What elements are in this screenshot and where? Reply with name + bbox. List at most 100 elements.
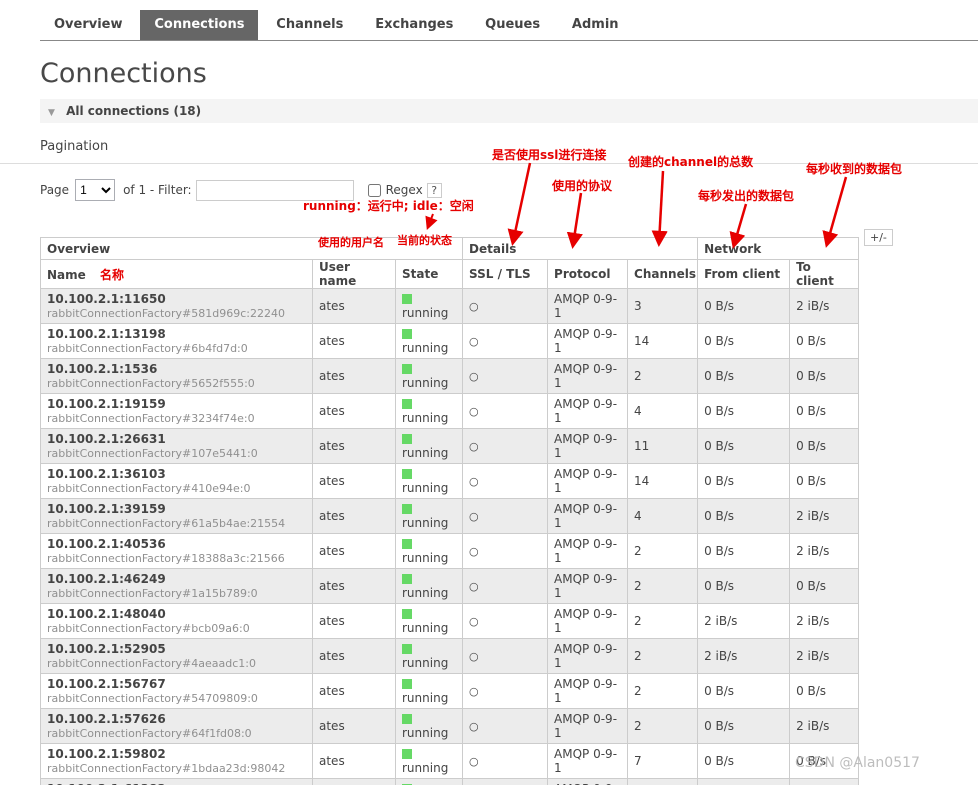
col-header-channels: Channels bbox=[627, 259, 699, 289]
cell-ssl-tls: ○ bbox=[462, 323, 549, 359]
connection-link[interactable]: 10.100.2.1:57626 bbox=[47, 712, 166, 726]
cell-name: 10.100.2.1:40536 rabbitConnectionFactory#… bbox=[40, 533, 313, 569]
col-header-user-name: User name bbox=[312, 259, 396, 289]
regex-checkbox[interactable] bbox=[367, 183, 381, 197]
tab-queues[interactable]: Queues bbox=[471, 10, 554, 40]
cell-state: running bbox=[394, 603, 464, 639]
connection-link[interactable]: 10.100.2.1:26631 bbox=[47, 432, 166, 446]
cell-protocol: AMQP 0-9-1 bbox=[547, 428, 629, 464]
cell-ssl-tls: ○ bbox=[462, 393, 549, 429]
rabbitmq-connections-page: Overview Connections Channels Exchanges … bbox=[0, 0, 978, 785]
cell-channels: 2 bbox=[627, 568, 699, 604]
pagination-controls: Page 1 of 1 - Filter: Regex ? bbox=[40, 179, 978, 201]
cell-to-client: 0 B/s bbox=[789, 778, 860, 785]
cell-user-name: ates bbox=[312, 393, 396, 429]
running-indicator-icon bbox=[402, 294, 412, 304]
cell-channels: 2 bbox=[627, 358, 699, 394]
connection-client-ref: rabbitConnectionFactory#6b4fd7d:0 bbox=[47, 342, 248, 355]
all-connections-section-header[interactable]: ▼ All connections (18) bbox=[40, 99, 978, 123]
cell-channels: 3 bbox=[627, 288, 699, 324]
table-row: 10.100.2.1:13198 rabbitConnectionFactory#… bbox=[40, 323, 860, 359]
annotation-to-client: 每秒收到的数据包 bbox=[806, 162, 903, 176]
cell-user-name: ates bbox=[312, 323, 396, 359]
table-row: 10.100.2.1:61383rabbitConnectionFactory#… bbox=[40, 778, 860, 785]
connection-link[interactable]: 10.100.2.1:59802 bbox=[47, 747, 166, 761]
cell-name: 10.100.2.1:57626 rabbitConnectionFactory#… bbox=[40, 708, 313, 744]
cell-protocol: AMQP 0-9-1 bbox=[547, 673, 629, 709]
cell-ssl-tls: ○ bbox=[462, 708, 549, 744]
cell-channels: 2 bbox=[627, 533, 699, 569]
connection-link[interactable]: 10.100.2.1:1536 bbox=[47, 362, 157, 376]
connection-link[interactable]: 10.100.2.1:11650 bbox=[47, 292, 166, 306]
cell-from-client: 0 B/s bbox=[697, 673, 791, 709]
cell-state: running bbox=[394, 358, 464, 394]
cell-user-name: ates bbox=[312, 463, 396, 499]
connection-client-ref: rabbitConnectionFactory#bcb09a6:0 bbox=[47, 622, 250, 635]
cell-name: 10.100.2.1:48040 rabbitConnectionFactory#… bbox=[40, 603, 313, 639]
cell-name: 10.100.2.1:19159 rabbitConnectionFactory#… bbox=[40, 393, 313, 429]
col-header-protocol: Protocol bbox=[547, 259, 629, 289]
cell-from-client: 0 B/s bbox=[697, 533, 791, 569]
cell-protocol: AMQP 0-9-1 bbox=[547, 358, 629, 394]
connection-link[interactable]: 10.100.2.1:39159 bbox=[47, 502, 166, 516]
table-row: 10.100.2.1:26631 rabbitConnectionFactory#… bbox=[40, 428, 860, 464]
connection-client-ref: rabbitConnectionFactory#54709809:0 bbox=[47, 692, 258, 705]
connection-client-ref: rabbitConnectionFactory#3234f74e:0 bbox=[47, 412, 255, 425]
connection-link[interactable]: 10.100.2.1:48040 bbox=[47, 607, 166, 621]
cell-to-client: 2 iB/s bbox=[789, 498, 860, 534]
help-icon[interactable]: ? bbox=[426, 182, 442, 198]
page-select[interactable]: 1 bbox=[75, 179, 116, 201]
cell-ssl-tls: ○ bbox=[462, 533, 549, 569]
cell-name: 10.100.2.1:61383rabbitConnectionFactory# bbox=[40, 778, 313, 785]
table-row: 10.100.2.1:56767 rabbitConnectionFactory#… bbox=[40, 673, 860, 709]
cell-state: running bbox=[394, 288, 464, 324]
cell-protocol: AMQP 0-9-1 bbox=[547, 603, 629, 639]
table-row: 10.100.2.1:48040 rabbitConnectionFactory#… bbox=[40, 603, 860, 639]
connection-link[interactable]: 10.100.2.1:52905 bbox=[47, 642, 166, 656]
connections-tbody: 10.100.2.1:11650 rabbitConnectionFactory#… bbox=[40, 288, 860, 785]
cell-to-client: 0 B/s bbox=[789, 673, 860, 709]
cell-from-client: 0 B/s bbox=[697, 358, 791, 394]
col-header-from-client: From client bbox=[697, 259, 791, 289]
connection-link[interactable]: 10.100.2.1:56767 bbox=[47, 677, 166, 691]
running-indicator-icon bbox=[402, 714, 412, 724]
cell-state: running bbox=[394, 393, 464, 429]
tab-exchanges[interactable]: Exchanges bbox=[361, 10, 467, 40]
connection-link[interactable]: 10.100.2.1:19159 bbox=[47, 397, 166, 411]
table-row: 10.100.2.1:1536 rabbitConnectionFactory#5… bbox=[40, 358, 860, 394]
tab-connections[interactable]: Connections bbox=[140, 10, 259, 40]
annotation-protocol: 使用的协议 bbox=[552, 179, 613, 193]
cell-name: 10.100.2.1:59802 rabbitConnectionFactory#… bbox=[40, 743, 313, 779]
tab-admin[interactable]: Admin bbox=[558, 10, 633, 40]
connection-link[interactable]: 10.100.2.1:40536 bbox=[47, 537, 166, 551]
tab-channels[interactable]: Channels bbox=[262, 10, 357, 40]
cell-to-client: 2 iB/s bbox=[789, 708, 860, 744]
column-toggle-button[interactable]: +/- bbox=[864, 229, 893, 246]
cell-name: 10.100.2.1:56767 rabbitConnectionFactory#… bbox=[40, 673, 313, 709]
connection-link[interactable]: 10.100.2.1:36103 bbox=[47, 467, 166, 481]
cell-user-name: ates bbox=[312, 778, 396, 785]
running-indicator-icon bbox=[402, 504, 412, 514]
cell-protocol: AMQP 0-9-1 bbox=[547, 533, 629, 569]
connection-link[interactable]: 10.100.2.1:46249 bbox=[47, 572, 166, 586]
cell-from-client: 0 B/s bbox=[697, 778, 791, 785]
cell-to-client: 0 B/s bbox=[789, 568, 860, 604]
table-row: 10.100.2.1:11650 rabbitConnectionFactory#… bbox=[40, 288, 860, 324]
table-row: 10.100.2.1:19159 rabbitConnectionFactory#… bbox=[40, 393, 860, 429]
collapse-triangle-icon: ▼ bbox=[48, 108, 55, 118]
cell-to-client: 2 iB/s bbox=[789, 638, 860, 674]
tab-overview[interactable]: Overview bbox=[40, 10, 137, 40]
cell-from-client: 2 iB/s bbox=[697, 638, 791, 674]
cell-channels: 7 bbox=[627, 743, 699, 779]
tab-bar: Overview Connections Channels Exchanges … bbox=[40, 0, 978, 41]
cell-name: 10.100.2.1:1536 rabbitConnectionFactory#5… bbox=[40, 358, 313, 394]
cell-ssl-tls: ○ bbox=[462, 778, 549, 785]
cell-protocol: AMQP 0-9-1 bbox=[547, 323, 629, 359]
cell-from-client: 0 B/s bbox=[697, 743, 791, 779]
running-indicator-icon bbox=[402, 679, 412, 689]
regex-label: Regex bbox=[385, 183, 423, 197]
running-indicator-icon bbox=[402, 539, 412, 549]
annotation-from-client: 每秒发出的数据包 bbox=[698, 189, 795, 203]
connection-link[interactable]: 10.100.2.1:13198 bbox=[47, 327, 166, 341]
cell-ssl-tls: ○ bbox=[462, 288, 549, 324]
